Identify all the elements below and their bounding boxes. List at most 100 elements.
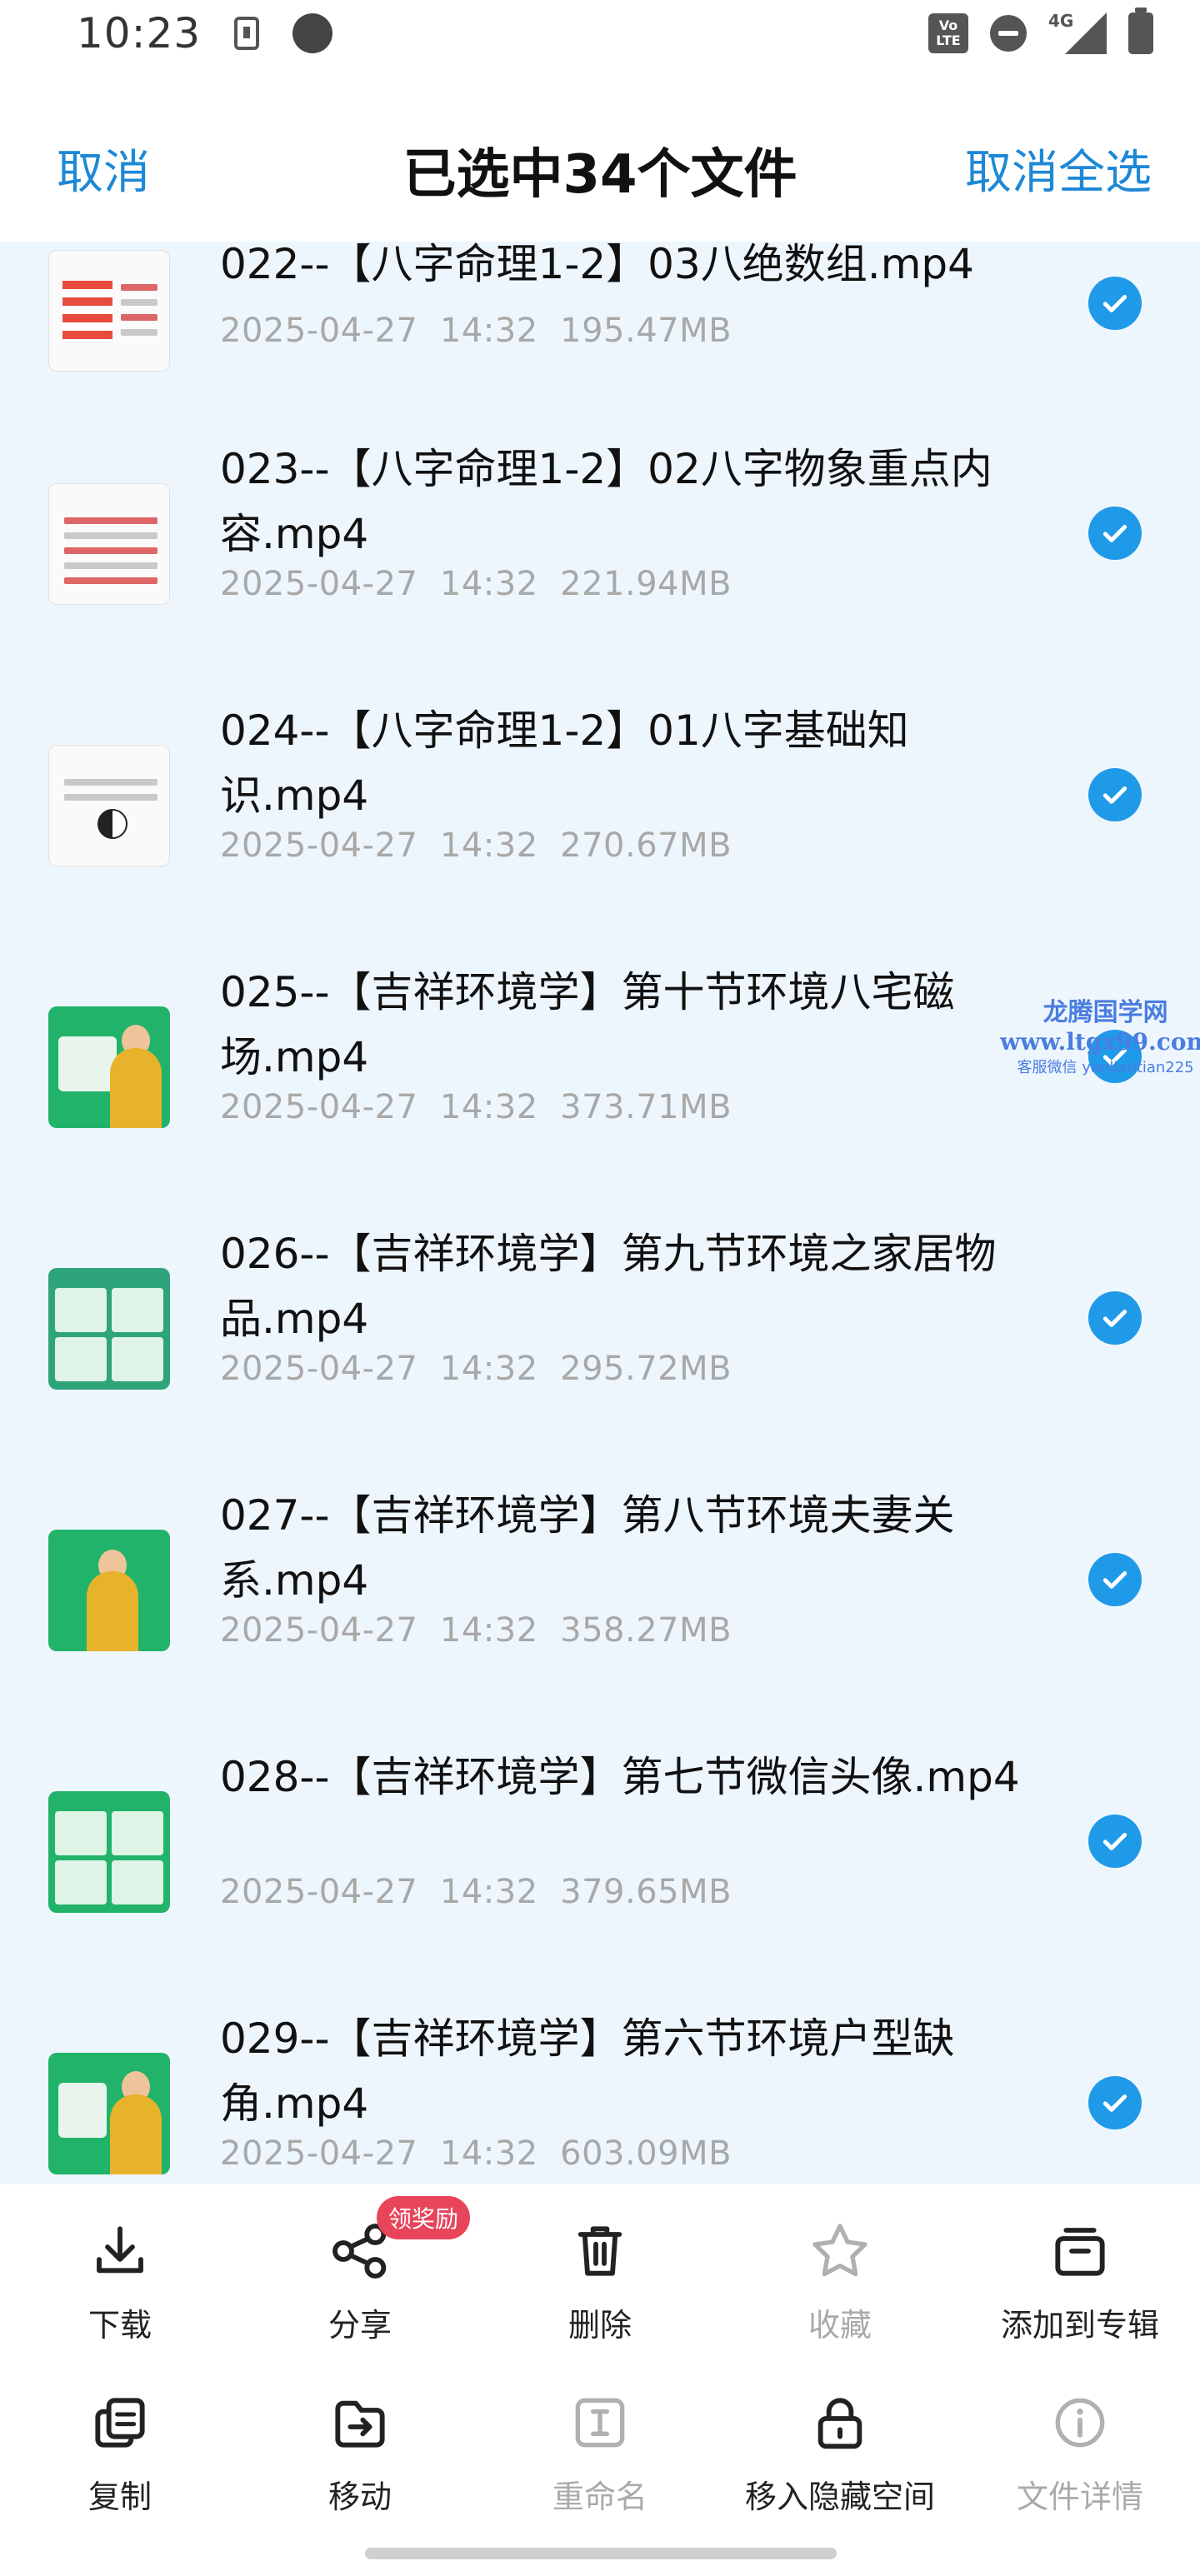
- file-list[interactable]: 022--【八字命理1-2】03八绝数组.mp4 2025-04-27 14:3…: [0, 242, 1200, 2184]
- list-item[interactable]: 026--【吉祥环境学】第九节环境之家居物品.mp4 2025-04-27 14…: [0, 1230, 1200, 1501]
- deselect-all-button[interactable]: 取消全选: [965, 135, 1152, 202]
- list-item[interactable]: 024--【八字命理1-2】01八字基础知识.mp4 2025-04-27 14…: [0, 706, 1200, 978]
- file-time: 14:32: [439, 565, 538, 603]
- rename-button[interactable]: 重命名: [480, 2389, 720, 2517]
- file-size: 270.67MB: [560, 826, 732, 865]
- watermark-url: www.ltgx99.com: [1000, 1028, 1200, 1056]
- download-notification-icon: [234, 17, 260, 50]
- move-label: 移动: [328, 2479, 392, 2515]
- video-thumbnail: [48, 1268, 170, 1390]
- file-meta: 2025-04-27 14:32 270.67MB: [220, 826, 732, 865]
- info-icon: [1055, 2398, 1105, 2448]
- video-thumbnail: [48, 745, 170, 866]
- file-name: 025--【吉祥环境学】第十节环境八宅磁场.mp4: [220, 968, 955, 1081]
- list-item[interactable]: 028--【吉祥环境学】第七节微信头像.mp4 2025-04-27 14:32…: [0, 1753, 1200, 2024]
- file-date: 2025-04-27: [220, 565, 418, 603]
- file-meta: 2025-04-27 14:32 195.47MB: [220, 312, 732, 350]
- file-details-button[interactable]: 文件详情: [960, 2389, 1200, 2517]
- site-watermark: 龙腾国学网 www.ltgx99.com 客服微信 yanliantian225: [1000, 991, 1200, 1077]
- move-to-hidden-button[interactable]: 移入隐藏空间: [720, 2389, 960, 2517]
- video-thumbnail: [48, 2053, 170, 2174]
- delete-label: 删除: [568, 2307, 632, 2344]
- file-time: 14:32: [439, 2134, 538, 2173]
- share-label: 分享: [328, 2307, 392, 2344]
- file-date: 2025-04-27: [220, 1350, 418, 1388]
- file-time: 14:32: [439, 1350, 538, 1388]
- video-thumbnail: [48, 483, 170, 605]
- download-icon: [97, 2226, 143, 2274]
- rename-label: 重命名: [552, 2479, 648, 2515]
- selected-check-icon[interactable]: [1088, 277, 1142, 330]
- add-to-album-button[interactable]: 添加到专辑: [960, 2218, 1200, 2345]
- selected-check-icon[interactable]: [1088, 507, 1142, 560]
- add-to-album-label: 添加到专辑: [1000, 2307, 1159, 2344]
- video-thumbnail: [48, 1791, 170, 1913]
- selected-check-icon[interactable]: [1088, 1553, 1142, 1606]
- copy-label: 复制: [88, 2479, 152, 2515]
- move-icon: [335, 2400, 385, 2448]
- file-meta: 2025-04-27 14:32 295.72MB: [220, 1350, 732, 1388]
- download-label: 下载: [88, 2307, 152, 2344]
- copy-button[interactable]: 复制: [0, 2389, 240, 2517]
- do-not-disturb-icon: [990, 15, 1027, 52]
- status-time: 10:23: [77, 9, 202, 57]
- file-name: 029--【吉祥环境学】第六节环境户型缺角.mp4: [220, 2014, 955, 2128]
- status-icons: Vo LTE 4G: [928, 7, 1153, 54]
- app-notification-icon: [292, 13, 333, 53]
- video-thumbnail: [48, 250, 170, 372]
- file-size: 373.71MB: [560, 1088, 732, 1126]
- file-date: 2025-04-27: [220, 1088, 418, 1126]
- battery-icon: [1128, 7, 1153, 54]
- bottom-action-bar: 下载 领奖励 分享 删除 收藏 添加到专辑 复制 移动 重命名 移入隐藏空间 文…: [0, 2184, 1200, 2576]
- file-size: 603.09MB: [560, 2134, 732, 2173]
- file-name: 024--【八字命理1-2】01八字基础知识.mp4: [220, 706, 909, 820]
- file-date: 2025-04-27: [220, 826, 418, 865]
- file-time: 14:32: [439, 1611, 538, 1650]
- file-meta: 2025-04-27 14:32 221.94MB: [220, 565, 732, 603]
- file-time: 14:32: [439, 312, 538, 350]
- gesture-home-bar[interactable]: [365, 2548, 837, 2559]
- list-item[interactable]: 027--【吉祥环境学】第八节环境夫妻关系.mp4 2025-04-27 14:…: [0, 1491, 1200, 1763]
- file-meta: 2025-04-27 14:32 358.27MB: [220, 1611, 732, 1650]
- file-time: 14:32: [439, 826, 538, 865]
- selected-check-icon[interactable]: [1088, 1815, 1142, 1868]
- copy-icon: [95, 2398, 145, 2448]
- file-name: 028--【吉祥环境学】第七节微信头像.mp4: [220, 1753, 1020, 1801]
- file-name: 022--【八字命理1-2】03八绝数组.mp4: [220, 242, 974, 288]
- file-name: 023--【八字命理1-2】02八字物象重点内容.mp4: [220, 445, 992, 558]
- selected-check-icon[interactable]: [1088, 2076, 1142, 2129]
- favorite-button[interactable]: 收藏: [720, 2218, 960, 2345]
- share-reward-badge: 领奖励: [377, 2196, 471, 2239]
- file-date: 2025-04-27: [220, 1873, 418, 1911]
- file-size: 295.72MB: [560, 1350, 732, 1388]
- volte-icon: Vo LTE: [928, 13, 968, 53]
- selected-check-icon[interactable]: [1088, 1291, 1142, 1345]
- list-item[interactable]: 029--【吉祥环境学】第六节环境户型缺角.mp4 2025-04-27 14:…: [0, 2014, 1200, 2184]
- file-time: 14:32: [439, 1088, 538, 1126]
- file-meta: 2025-04-27 14:32 603.09MB: [220, 2134, 732, 2173]
- selected-check-icon[interactable]: [1088, 768, 1142, 821]
- file-name: 027--【吉祥环境学】第八节环境夫妻关系.mp4: [220, 1491, 955, 1605]
- file-name: 026--【吉祥环境学】第九节环境之家居物品.mp4: [220, 1230, 997, 1343]
- file-size: 379.65MB: [560, 1873, 732, 1911]
- download-button[interactable]: 下载: [0, 2218, 240, 2345]
- list-item[interactable]: 022--【八字命理1-2】03八绝数组.mp4 2025-04-27 14:3…: [0, 242, 1200, 465]
- file-size: 358.27MB: [560, 1611, 732, 1650]
- file-meta: 2025-04-27 14:32 379.65MB: [220, 1873, 732, 1911]
- selection-header: 取消 已选中34个文件 取消全选: [0, 92, 1200, 242]
- list-item[interactable]: 023--【八字命理1-2】02八字物象重点内容.mp4 2025-04-27 …: [0, 445, 1200, 716]
- signal-icon: 4G: [1048, 11, 1107, 54]
- share-button[interactable]: 领奖励 分享: [240, 2196, 480, 2345]
- video-thumbnail: [48, 1530, 170, 1651]
- file-size: 221.94MB: [560, 565, 732, 603]
- file-date: 2025-04-27: [220, 1611, 418, 1650]
- file-meta: 2025-04-27 14:32 373.71MB: [220, 1088, 732, 1126]
- watermark-title: 龙腾国学网: [1042, 998, 1168, 1027]
- delete-button[interactable]: 删除: [480, 2218, 720, 2345]
- file-date: 2025-04-27: [220, 312, 418, 350]
- star-icon: [812, 2224, 868, 2277]
- status-bar: 10:23 Vo LTE 4G: [0, 0, 1200, 67]
- move-button[interactable]: 移动: [240, 2389, 480, 2517]
- file-size: 195.47MB: [560, 312, 732, 350]
- file-date: 2025-04-27: [220, 2134, 418, 2173]
